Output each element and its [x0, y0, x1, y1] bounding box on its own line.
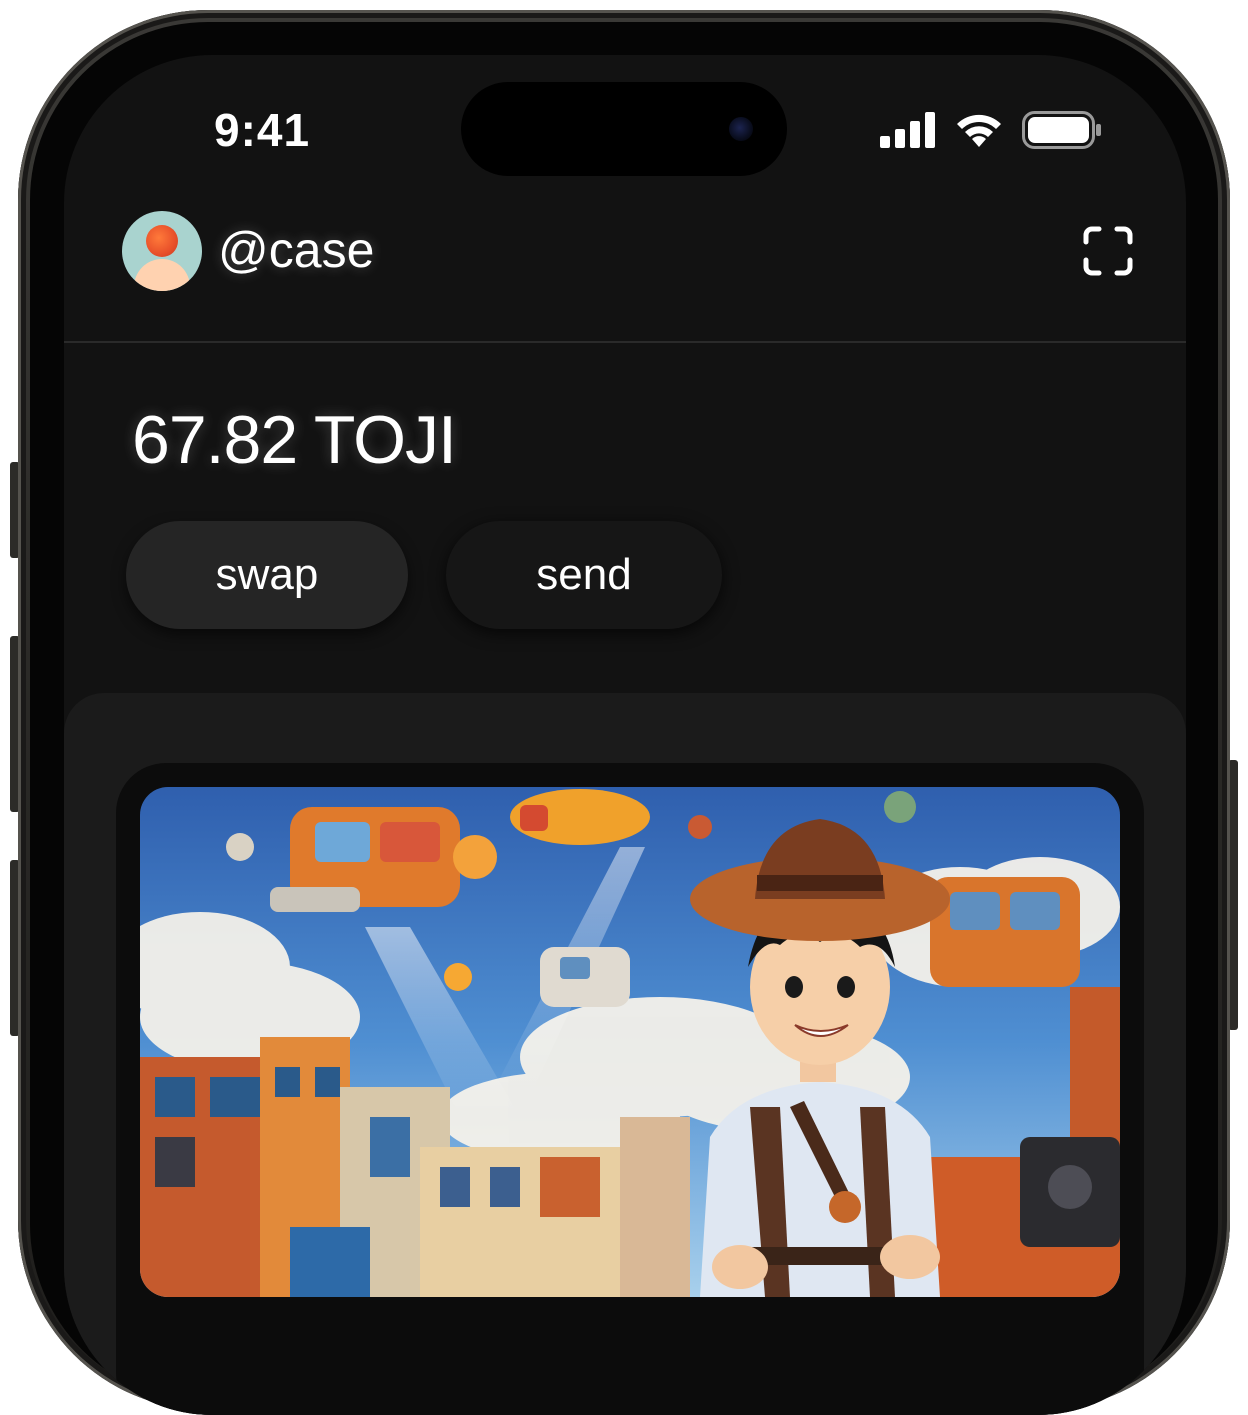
front-camera-icon — [729, 117, 753, 141]
cellular-signal-icon — [880, 112, 935, 148]
avatar-body — [134, 259, 190, 291]
nft-card-inner[interactable] — [116, 763, 1144, 1415]
avatar-head — [146, 225, 178, 257]
username[interactable]: @case — [218, 221, 374, 279]
battery-icon — [1022, 111, 1101, 149]
nft-card — [64, 693, 1186, 1415]
profile-avatar[interactable] — [122, 211, 202, 291]
nft-artwork-image[interactable] — [140, 787, 1120, 1297]
status-bar: 9:41 — [64, 55, 1186, 205]
artwork-illustration — [140, 787, 1120, 1297]
app-screen: 9:41 @case 67.82 TOJI swap send — [64, 55, 1186, 1415]
send-button[interactable]: send — [446, 521, 722, 629]
dynamic-island — [461, 82, 787, 176]
wallet-header: @case — [64, 205, 1186, 343]
status-time: 9:41 — [214, 104, 311, 156]
scan-frame-icon[interactable] — [1082, 225, 1134, 277]
swap-button[interactable]: swap — [126, 521, 408, 629]
status-icons — [880, 110, 1102, 150]
wifi-icon — [957, 114, 1001, 147]
token-balance: 67.82 TOJI — [132, 402, 457, 478]
